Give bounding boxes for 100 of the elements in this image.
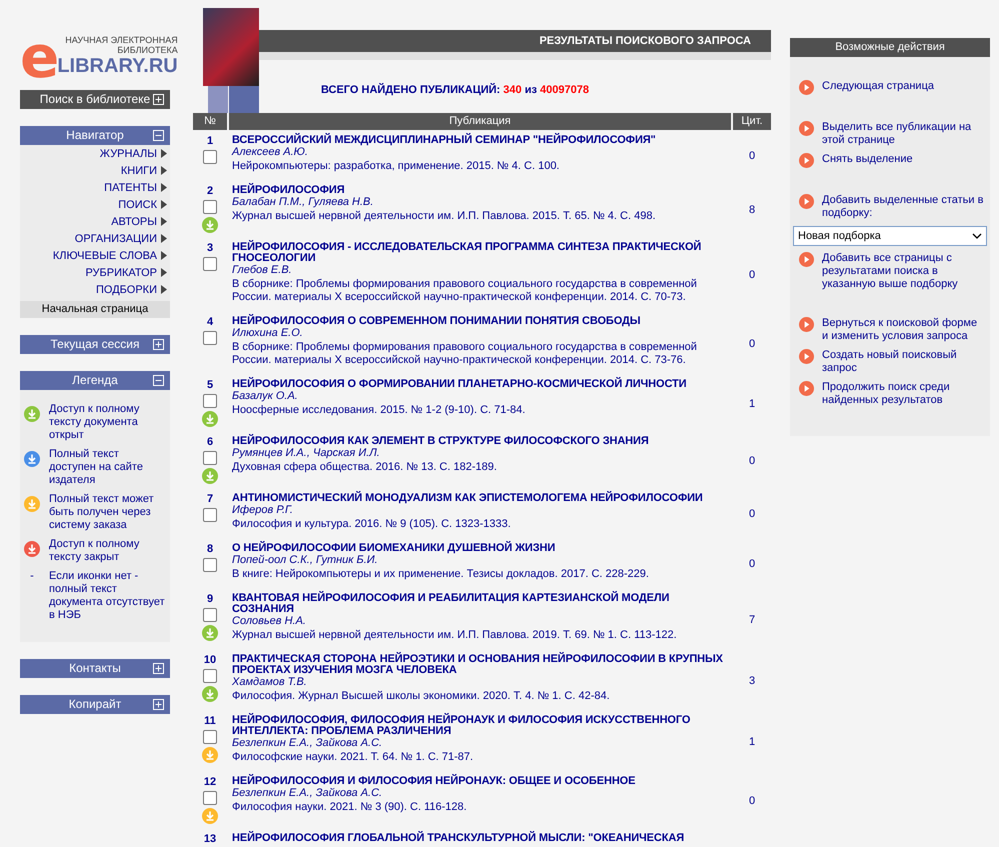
checkbox[interactable] bbox=[203, 331, 217, 345]
row-number: 10 bbox=[204, 654, 216, 667]
row-number: 6 bbox=[206, 436, 214, 449]
expand-icon[interactable] bbox=[153, 94, 164, 105]
collapse-icon[interactable] bbox=[153, 130, 164, 141]
row-number: 3 bbox=[206, 242, 214, 255]
row-number: 2 bbox=[206, 185, 214, 198]
column-header: № bbox=[193, 113, 227, 130]
publication-title[interactable]: НЕЙРОФИЛОСОФИЯ ГЛОБАЛЬНОЙ ТРАНСКУЛЬТУРНОЙ МЫСЛИ: "ОКЕАНИЧЕСКАЯ bbox=[232, 833, 728, 844]
checkbox[interactable] bbox=[203, 200, 217, 214]
row-number: 5 bbox=[206, 379, 214, 392]
nav-link[interactable]: КЛЮЧЕВЫЕ СЛОВА bbox=[20, 247, 170, 264]
checkbox[interactable] bbox=[203, 558, 217, 572]
dash-marker: - bbox=[29, 570, 35, 583]
nav-link[interactable]: ОРГАНИЗАЦИИ bbox=[20, 230, 170, 247]
section-header[interactable]: Копирайт bbox=[20, 695, 170, 714]
legend-text: Доступ к полному тексту закрыт bbox=[49, 538, 140, 564]
citation-count: 0 bbox=[748, 794, 756, 806]
column-header: Публикация bbox=[229, 113, 731, 130]
publication-title[interactable]: НЕЙРОФИЛОСОФИЯ О ФОРМИРОВАНИИ ПЛАНЕТАРНО-КОСМИЧЕСКОЙ ЛИЧНОСТИ bbox=[232, 379, 728, 390]
publication-authors: Глебов Е.В. bbox=[232, 264, 293, 277]
expand-icon[interactable] bbox=[153, 663, 164, 674]
action-link[interactable]: Создать новый поисковый запрос bbox=[790, 346, 990, 378]
play-icon bbox=[799, 381, 814, 396]
nav-link[interactable]: ПОИСК bbox=[20, 196, 170, 213]
publication-authors: Хамдамов Т.В. bbox=[232, 676, 308, 689]
publication-title[interactable]: О НЕЙРОФИЛОСОФИИ БИОМЕХАНИКИ ДУШЕВНОЙ ЖИЗНИ bbox=[232, 543, 728, 554]
action-link[interactable]: Добавить выделенные статьи в подборку: bbox=[790, 191, 990, 223]
citation-count: 0 bbox=[748, 454, 756, 466]
publication-title[interactable]: НЕЙРОФИЛОСОФИЯ КАК ЭЛЕМЕНТ В СТРУКТУРЕ ФИЛОСОФСКОГО ЗНАНИЯ bbox=[232, 436, 728, 447]
publication-title[interactable]: КВАНТОВАЯ НЕЙРОФИЛОСОФИЯ И РЕАБИЛИТАЦИЯ КАРТЕЗИАНСКОЙ МОДЕЛИ СОЗНАНИЯ bbox=[232, 593, 728, 615]
action-link[interactable]: Вернуться к поисковой форме и изменить условия запроса bbox=[790, 314, 990, 346]
citation-count: 3 bbox=[748, 674, 756, 686]
home-link[interactable]: Начальная страница bbox=[20, 301, 170, 318]
publication-authors: Безлепкин Е.А., Зайкова А.С. bbox=[232, 737, 384, 750]
play-icon bbox=[799, 80, 814, 95]
citation-count: 0 bbox=[748, 508, 756, 520]
publication-authors: Румянцев И.А., Чарская И.Л. bbox=[232, 447, 381, 460]
action-link[interactable]: Следующая страница bbox=[790, 77, 990, 98]
checkbox[interactable] bbox=[203, 608, 217, 622]
legend-text: Полный текст доступен на сайте издателя bbox=[49, 448, 144, 487]
checkbox[interactable] bbox=[203, 669, 217, 683]
logo-tagline: БИБЛИОТЕКА bbox=[117, 45, 178, 55]
section-header[interactable]: Навигатор bbox=[20, 126, 170, 145]
publication-title[interactable]: ВСЕРОССИЙСКИЙ МЕЖДИСЦИПЛИНАРНЫЙ СЕМИНАР "НЕЙРОФИЛОСОФИЯ" bbox=[232, 135, 728, 146]
nav-link[interactable]: ЖУРНАЛЫ bbox=[20, 145, 170, 162]
section-header[interactable]: Легенда bbox=[20, 371, 170, 390]
expand-icon[interactable] bbox=[153, 699, 164, 710]
checkbox[interactable] bbox=[203, 508, 217, 522]
publication-source: Философия и культура. 2016. № 9 (105). С. 1323-1333. bbox=[232, 518, 512, 531]
collapse-icon[interactable] bbox=[153, 375, 164, 386]
expand-icon[interactable] bbox=[153, 339, 164, 350]
publication-source: В сборнике: Проблемы формирования правового социального государства в современной России. материалы X всероссийской научно-практической конференции. 2014. С. 73-76. bbox=[232, 341, 698, 367]
checkbox[interactable] bbox=[203, 150, 217, 164]
publication-source: В сборнике: Проблемы формирования правового социального государства в современной России. материалы X всероссийской научно-практической конференции. 2014. С. 70-73. bbox=[232, 278, 698, 304]
row-number: 11 bbox=[204, 715, 216, 728]
found-count: ВСЕГО НАЙДЕНО ПУБЛИКАЦИЙ: 340 из 40097078 bbox=[321, 84, 590, 96]
checkbox[interactable] bbox=[203, 394, 217, 408]
publication-title[interactable]: АНТИНОМИСТИЧЕСКИЙ МОНОДУАЛИЗМ КАК ЭПИСТЕМОЛОГЕМА НЕЙРОФИЛОСОФИИ bbox=[232, 493, 728, 504]
nav-link[interactable]: ПАТЕНТЫ bbox=[20, 179, 170, 196]
citation-count: 0 bbox=[748, 269, 756, 281]
play-icon bbox=[799, 317, 814, 332]
actions-header: Возможные действия bbox=[790, 38, 990, 57]
row-number: 12 bbox=[204, 776, 216, 789]
publication-authors: Алексеев А.Ю. bbox=[232, 146, 309, 159]
publication-title[interactable]: НЕЙРОФИЛОСОФИЯ И ФИЛОСОФИЯ НЕЙРОНАУК: ОБЩЕЕ И ОСОБЕННОЕ bbox=[232, 776, 728, 787]
section-header[interactable]: Поиск в библиотеке bbox=[20, 90, 170, 109]
publication-title[interactable]: НЕЙРОФИЛОСОФИЯ, ФИЛОСОФИЯ НЕЙРОНАУК И ФИЛОСОФИЯ ИСКУССТВЕННОГО ИНТЕЛЛЕКТА: ПРОБЛЕМА РАЗЛИЧЕНИЯ bbox=[232, 715, 728, 737]
citation-count: 0 bbox=[748, 150, 756, 162]
nav-link[interactable]: ПОДБОРКИ bbox=[20, 281, 170, 298]
publication-source: Философские науки. 2021. Т. 64. № 1. С. 71-87. bbox=[232, 751, 474, 764]
checkbox[interactable] bbox=[203, 451, 217, 465]
action-link[interactable]: Выделить все публикации на этой странице bbox=[790, 118, 990, 150]
checkbox[interactable] bbox=[203, 791, 217, 805]
action-link[interactable]: Добавить все страницы с результатами поиска в указанную выше подборку bbox=[790, 249, 990, 294]
nav-link[interactable]: КНИГИ bbox=[20, 162, 170, 179]
row-number: 4 bbox=[206, 316, 214, 329]
publication-title[interactable]: НЕЙРОФИЛОСОФИЯ - ИССЛЕДОВАТЕЛЬСКАЯ ПРОГРАММА СИНТЕЗА ПРАКТИЧЕСКОЙ ГНОСЕОЛОГИИ bbox=[232, 242, 728, 264]
action-link[interactable]: Снять выделение bbox=[790, 150, 990, 171]
checkbox[interactable] bbox=[203, 257, 217, 271]
nav-link[interactable]: АВТОРЫ bbox=[20, 213, 170, 230]
section-header[interactable]: Текущая сессия bbox=[20, 335, 170, 354]
section-header[interactable]: Контакты bbox=[20, 659, 170, 678]
publication-source: Нейрокомпьютеры: разработка, применение. 2015. № 4. С. 100. bbox=[232, 160, 560, 173]
publication-title[interactable]: НЕЙРОФИЛОСОФИЯ О СОВРЕМЕННОМ ПОНИМАНИИ ПОНЯТИЯ СВОБОДЫ bbox=[232, 316, 728, 327]
citation-count: 0 bbox=[748, 338, 756, 350]
citation-count: 7 bbox=[748, 614, 756, 626]
action-link[interactable]: Продолжить поиск среди найденных результатов bbox=[790, 378, 990, 410]
legend-text: Доступ к полному тексту документа открыт bbox=[49, 403, 140, 442]
publication-title[interactable]: НЕЙРОФИЛОСОФИЯ bbox=[232, 185, 728, 196]
publication-title[interactable]: ПРАКТИЧЕСКАЯ СТОРОНА НЕЙРОЭТИКИ И ОСНОВАНИЯ НЕЙРОФИЛОСОФИИ В КРУПНЫХ ПРОЕКТАХ ИЗУЧЕНИЯ МОЗГА ЧЕЛОВЕКА bbox=[232, 654, 728, 676]
publication-authors: Базалук О.А. bbox=[232, 390, 299, 403]
play-icon bbox=[799, 153, 814, 168]
nav-link[interactable]: РУБРИКАТОР bbox=[20, 264, 170, 281]
checkbox[interactable] bbox=[203, 730, 217, 744]
citation-count: 1 bbox=[748, 398, 756, 410]
collection-select[interactable]: Новая подборка bbox=[793, 226, 987, 246]
logo-mark: e bbox=[20, 37, 60, 77]
publication-source: Журнал высшей нервной деятельности им. И.П. Павлова. 2015. Т. 65. № 4. С. 498. bbox=[232, 210, 656, 223]
row-number: 9 bbox=[206, 593, 214, 606]
